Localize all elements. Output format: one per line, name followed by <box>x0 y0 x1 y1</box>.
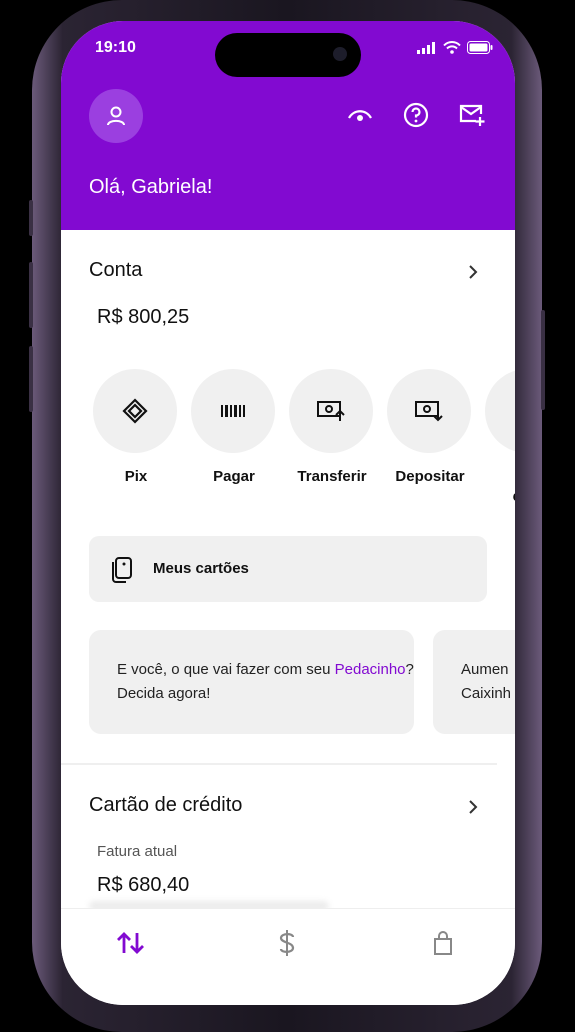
action-label: Transferir <box>297 468 367 485</box>
invoice-amount: R$ 680,40 <box>97 874 190 896</box>
action-pay[interactable]: Pagar <box>191 369 277 487</box>
action-loan[interactable]: P emp <box>485 369 515 507</box>
nav-shopping[interactable] <box>425 925 461 961</box>
credit-card-title[interactable]: Cartão de crédito <box>89 794 242 817</box>
action-transfer[interactable]: Transferir <box>289 369 375 487</box>
transfer-icon <box>317 401 345 421</box>
invite-button[interactable] <box>458 101 486 129</box>
action-pix[interactable]: Pix <box>93 369 179 487</box>
user-icon <box>107 106 125 126</box>
status-icons <box>417 41 493 54</box>
nav-transactions[interactable] <box>113 925 149 961</box>
action-label: Depositar <box>395 468 465 485</box>
deposit-icon <box>415 401 443 422</box>
promo-text-start: E você, o que vai fazer com seu <box>117 661 335 678</box>
invoice-label: Fatura atual <box>97 843 178 860</box>
promo-text-2: Aumen Caixinh <box>461 658 511 706</box>
chevron-right-icon[interactable] <box>465 264 481 280</box>
account-title[interactable]: Conta <box>89 259 142 282</box>
action-label-line2: emp <box>513 488 515 505</box>
cards-icon <box>112 557 132 583</box>
dollar-icon <box>279 930 295 956</box>
volume-up-button <box>29 262 33 328</box>
action-deposit[interactable]: Depositar <box>387 369 473 487</box>
volume-down-button <box>29 346 33 412</box>
battery-icon <box>467 41 493 54</box>
nav-money[interactable] <box>269 925 305 961</box>
action-label: P emp <box>485 467 515 507</box>
dynamic-island <box>215 33 361 77</box>
help-icon <box>403 102 429 128</box>
quick-actions: Pix Pagar Transferir Depositar <box>93 369 515 529</box>
section-divider <box>61 763 497 765</box>
status-time: 19:10 <box>95 39 136 56</box>
promo-card[interactable]: E você, o que vai fazer com seu Pedacinh… <box>89 630 414 734</box>
my-cards-button[interactable]: Meus cartões <box>89 536 487 602</box>
promo-text: E você, o que vai fazer com seu Pedacinh… <box>117 658 414 706</box>
app-header: 19:10 Olá, Gabriela! <box>61 21 515 230</box>
status-bar: 19:10 <box>61 21 515 77</box>
shopping-bag-icon <box>434 931 452 955</box>
profile-button[interactable] <box>89 89 143 143</box>
promo-line1: Aumen <box>461 661 509 678</box>
power-button <box>541 310 545 410</box>
help-button[interactable] <box>402 101 430 129</box>
eye-icon <box>348 110 372 121</box>
promo-highlight[interactable]: Pedacinho <box>335 661 406 678</box>
hide-values-button[interactable] <box>346 101 374 129</box>
action-button <box>29 200 33 236</box>
action-label: Pix <box>124 468 148 485</box>
promo-card-2[interactable]: Aumen Caixinh <box>433 630 515 734</box>
bottom-nav <box>61 908 515 1005</box>
pix-icon <box>122 398 148 424</box>
action-label: Pagar <box>213 468 255 485</box>
my-cards-label: Meus cartões <box>153 560 249 577</box>
chevron-right-icon[interactable] <box>465 799 481 815</box>
wifi-icon <box>443 41 461 54</box>
signal-icon <box>417 41 435 54</box>
account-balance: R$ 800,25 <box>97 306 190 328</box>
app-screen: 19:10 Olá, Gabriela! Conta R$ 800,25 Pix… <box>61 21 515 1005</box>
mail-plus-icon <box>459 104 485 126</box>
greeting-text: Olá, Gabriela! <box>89 176 213 198</box>
barcode-icon <box>221 405 245 417</box>
arrows-up-down-icon <box>117 932 144 954</box>
promo-line2: Caixinh <box>461 685 512 702</box>
